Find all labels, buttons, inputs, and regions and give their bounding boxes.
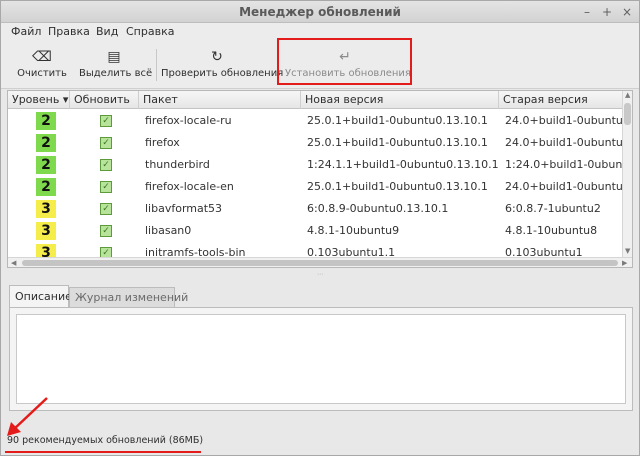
select-all-button[interactable]: ▤ Выделить всё — [79, 43, 153, 87]
menu-help[interactable]: Справка — [126, 25, 174, 38]
table-row[interactable]: 3 ✓ libasan0 4.8.1-10ubuntu9 4.8.1-10ubuntu8 — [8, 220, 624, 242]
menu-edit[interactable]: Правка — [48, 25, 90, 38]
level-badge: 2 — [36, 178, 56, 196]
update-checkbox[interactable]: ✓ — [100, 203, 112, 215]
level-badge: 2 — [36, 112, 56, 130]
vertical-scrollbar[interactable]: ▲ ▼ — [622, 91, 632, 257]
cell-package: firefox-locale-ru — [145, 114, 232, 127]
maximize-button[interactable]: + — [599, 4, 615, 20]
level-badge: 3 — [36, 200, 56, 218]
column-level[interactable]: Уровень ▾ — [8, 91, 70, 109]
minimize-button[interactable]: – — [579, 4, 595, 20]
column-new-version[interactable]: Новая версия — [301, 91, 499, 109]
cell-old-version: 1:24.0+build1-0ubuntu1 — [505, 158, 624, 171]
update-manager-window: Менеджер обновлений – + × Файл Правка Ви… — [0, 0, 640, 456]
status-annotation-underline — [5, 451, 201, 453]
tab-description[interactable]: Описание — [9, 285, 72, 308]
horizontal-scroll-thumb[interactable] — [22, 260, 618, 266]
updates-table: Уровень ▾ Обновить Пакет Новая версия Ст… — [7, 90, 633, 268]
table-body: 2 ✓ firefox-locale-ru 25.0.1+build1-0ubuntu… — [8, 110, 624, 262]
level-badge: 3 — [36, 222, 56, 240]
cell-new-version: 25.0.1+build1-0ubuntu0.13.10.1 — [307, 136, 488, 149]
install-highlight-box — [277, 38, 412, 85]
select-all-button-label: Выделить всё — [79, 68, 153, 79]
column-package[interactable]: Пакет — [139, 91, 301, 109]
update-checkbox[interactable]: ✓ — [100, 137, 112, 149]
table-row[interactable]: 2 ✓ firefox 25.0.1+build1-0ubuntu0.13.10.1 2… — [8, 132, 624, 154]
cell-package: firefox — [145, 136, 180, 149]
cell-new-version: 1:24.1.1+build1-0ubuntu0.13.10.1 — [307, 158, 499, 171]
table-header: Уровень ▾ Обновить Пакет Новая версия Ст… — [8, 91, 624, 109]
refresh-icon: ↻ — [211, 49, 223, 65]
level-badge: 2 — [36, 156, 56, 174]
clear-button-label: Очистить — [17, 68, 67, 79]
cell-new-version: 25.0.1+build1-0ubuntu0.13.10.1 — [307, 180, 488, 193]
update-checkbox[interactable]: ✓ — [100, 159, 112, 171]
cell-package: libavformat53 — [145, 202, 223, 215]
window-title: Менеджер обновлений — [239, 5, 401, 19]
clear-button[interactable]: ⌫ Очистить — [15, 43, 69, 87]
description-text-area[interactable] — [16, 314, 626, 404]
scroll-right-icon[interactable]: ▶ — [622, 259, 627, 267]
close-button[interactable]: × — [619, 4, 635, 20]
status-bar-text: 90 рекомендуемых обновлений (86МБ) — [7, 435, 204, 446]
cell-new-version: 6:0.8.9-0ubuntu0.13.10.1 — [307, 202, 449, 215]
update-checkbox[interactable]: ✓ — [100, 115, 112, 127]
update-checkbox[interactable]: ✓ — [100, 225, 112, 237]
tab-changelog[interactable]: Журнал изменений — [69, 287, 188, 307]
toolbar-separator — [156, 49, 157, 81]
menu-file[interactable]: Файл — [11, 25, 41, 38]
column-old-version[interactable]: Старая версия — [499, 91, 624, 109]
scroll-down-icon[interactable]: ▼ — [625, 247, 630, 255]
cell-package: thunderbird — [145, 158, 210, 171]
refresh-button[interactable]: ↻ Проверить обновления — [161, 43, 284, 87]
vertical-scroll-thumb[interactable] — [624, 103, 631, 125]
scroll-left-icon[interactable]: ◀ — [11, 259, 16, 267]
clear-icon: ⌫ — [32, 49, 52, 65]
select-all-icon: ▤ — [107, 49, 121, 65]
horizontal-scrollbar[interactable]: ◀ ▶ — [8, 257, 632, 267]
menu-view[interactable]: Вид — [96, 25, 118, 38]
level-badge: 2 — [36, 134, 56, 152]
table-row[interactable]: 3 ✓ libavformat53 6:0.8.9-0ubuntu0.13.10.1 6… — [8, 198, 624, 220]
cell-new-version: 25.0.1+build1-0ubuntu0.13.10.1 — [307, 114, 488, 127]
cell-new-version: 4.8.1-10ubuntu9 — [307, 224, 400, 237]
cell-old-version: 24.0+build1-0ubuntu1 — [505, 114, 624, 127]
description-pane — [9, 307, 633, 411]
table-row[interactable]: 2 ✓ firefox-locale-en 25.0.1+build1-0ubuntu… — [8, 176, 624, 198]
cell-package: firefox-locale-en — [145, 180, 234, 193]
scroll-up-icon[interactable]: ▲ — [625, 91, 630, 99]
table-row[interactable]: 2 ✓ thunderbird 1:24.1.1+build1-0ubuntu0.13… — [8, 154, 624, 176]
cell-old-version: 24.0+build1-0ubuntu1 — [505, 180, 624, 193]
annotation-arrow-icon — [7, 397, 48, 436]
column-update[interactable]: Обновить — [70, 91, 139, 109]
cell-old-version: 24.0+build1-0ubuntu1 — [505, 136, 624, 149]
update-checkbox[interactable]: ✓ — [100, 181, 112, 193]
refresh-button-label: Проверить обновления — [161, 68, 284, 79]
cell-old-version: 4.8.1-10ubuntu8 — [505, 224, 598, 237]
titlebar[interactable]: Менеджер обновлений – + × — [1, 1, 639, 23]
cell-package: libasan0 — [145, 224, 192, 237]
cell-old-version: 6:0.8.7-1ubuntu2 — [505, 202, 601, 215]
table-row[interactable]: 2 ✓ firefox-locale-ru 25.0.1+build1-0ubuntu… — [8, 110, 624, 132]
pane-resize-grip[interactable]: ⋯ — [315, 272, 325, 278]
